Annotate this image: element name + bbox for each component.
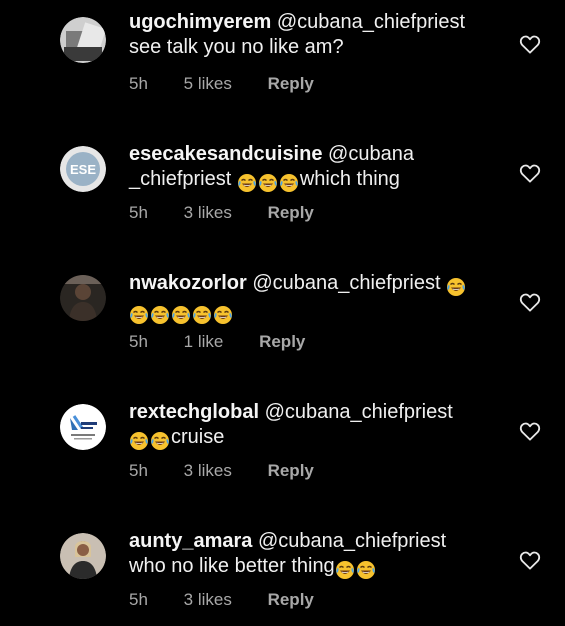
emoji-group: [446, 274, 467, 299]
face-with-tears-of-joy-emoji: [279, 173, 299, 193]
face-with-tears-of-joy-emoji: [446, 277, 466, 297]
username-link[interactable]: aunty_amara: [129, 530, 252, 552]
comment-meta: 5h 3 likes Reply: [129, 461, 345, 481]
emoji-group: [129, 302, 234, 327]
likes-count[interactable]: 1 like: [184, 332, 224, 352]
face-with-tears-of-joy-emoji: [192, 305, 212, 325]
face-with-tears-of-joy-emoji: [237, 173, 257, 193]
mention-link[interactable]: @cubana_chiefpriest: [258, 530, 446, 552]
timestamp: 5h: [129, 590, 148, 609]
reply-button[interactable]: Reply: [268, 590, 314, 610]
heart-icon[interactable]: [519, 292, 541, 312]
comment-meta: 5h 1 like Reply: [129, 332, 336, 352]
reply-button[interactable]: Reply: [268, 203, 314, 223]
avatar[interactable]: [60, 17, 106, 63]
mention-link[interactable]: @cubana_chiefpriest: [265, 401, 453, 423]
reply-button[interactable]: Reply: [268, 74, 314, 94]
likes-count[interactable]: 3 likes: [184, 590, 232, 610]
comment-text-tail: who no like better thing: [129, 555, 335, 577]
comment-meta: 5h 5 likes Reply: [129, 74, 345, 94]
avatar[interactable]: ESE: [60, 146, 106, 192]
comment-text-tail: cruise: [171, 426, 225, 448]
mention-link[interactable]: @cubana_chiefpriest: [252, 272, 440, 294]
timestamp: 5h: [129, 74, 148, 93]
mention-link[interactable]: @cubana: [328, 143, 414, 165]
avatar[interactable]: [60, 404, 106, 450]
comment-meta: 5h 3 likes Reply: [129, 203, 345, 223]
reply-button[interactable]: Reply: [259, 332, 305, 352]
timestamp: 5h: [129, 332, 148, 351]
mention-link[interactable]: _chiefpriest: [129, 168, 231, 190]
comment-text: ugochimyerem @cubana_chiefpriest: [129, 10, 499, 35]
avatar[interactable]: [60, 275, 106, 321]
likes-count[interactable]: 3 likes: [184, 203, 232, 223]
face-with-tears-of-joy-emoji: [356, 560, 376, 580]
emoji-group: [237, 170, 300, 195]
username-link[interactable]: nwakozorlor: [129, 272, 247, 294]
emoji-group: [129, 428, 171, 453]
comment-body: see talk you no like am?: [129, 36, 344, 58]
likes-count[interactable]: 3 likes: [184, 461, 232, 481]
face-with-tears-of-joy-emoji: [129, 431, 149, 451]
comment-body: [129, 299, 499, 327]
username-link[interactable]: ugochimyerem: [129, 11, 271, 33]
username-link[interactable]: esecakesandcuisine: [129, 143, 322, 165]
face-with-tears-of-joy-emoji: [171, 305, 191, 325]
heart-icon[interactable]: [519, 550, 541, 570]
reply-button[interactable]: Reply: [268, 461, 314, 481]
likes-count[interactable]: 5 likes: [184, 74, 232, 94]
heart-icon[interactable]: [519, 163, 541, 183]
comment-body: who no like better thing: [129, 554, 499, 582]
emoji-group: [335, 557, 377, 582]
face-with-tears-of-joy-emoji: [129, 305, 149, 325]
heart-icon[interactable]: [519, 34, 541, 54]
username-link[interactable]: rextechglobal: [129, 401, 259, 423]
timestamp: 5h: [129, 203, 148, 222]
comment-body: _chiefpriest which thing: [129, 167, 499, 195]
face-with-tears-of-joy-emoji: [213, 305, 233, 325]
face-with-tears-of-joy-emoji: [258, 173, 278, 193]
timestamp: 5h: [129, 461, 148, 480]
face-with-tears-of-joy-emoji: [150, 305, 170, 325]
comment-text: rextechglobal @cubana_chiefpriest: [129, 400, 499, 425]
comment-meta: 5h 3 likes Reply: [129, 590, 345, 610]
mention-link[interactable]: @cubana_chiefpriest: [277, 11, 465, 33]
comment-body: cruise: [129, 425, 499, 453]
face-with-tears-of-joy-emoji: [150, 431, 170, 451]
face-with-tears-of-joy-emoji: [335, 560, 355, 580]
avatar[interactable]: [60, 533, 106, 579]
comment-text: esecakesandcuisine @cubana: [129, 142, 499, 167]
avatar-text: ESE: [70, 162, 96, 177]
comment-text-tail: which thing: [299, 168, 400, 190]
comment-text: aunty_amara @cubana_chiefpriest: [129, 529, 499, 554]
comment-text: nwakozorlor @cubana_chiefpriest: [129, 271, 499, 299]
heart-icon[interactable]: [519, 421, 541, 441]
